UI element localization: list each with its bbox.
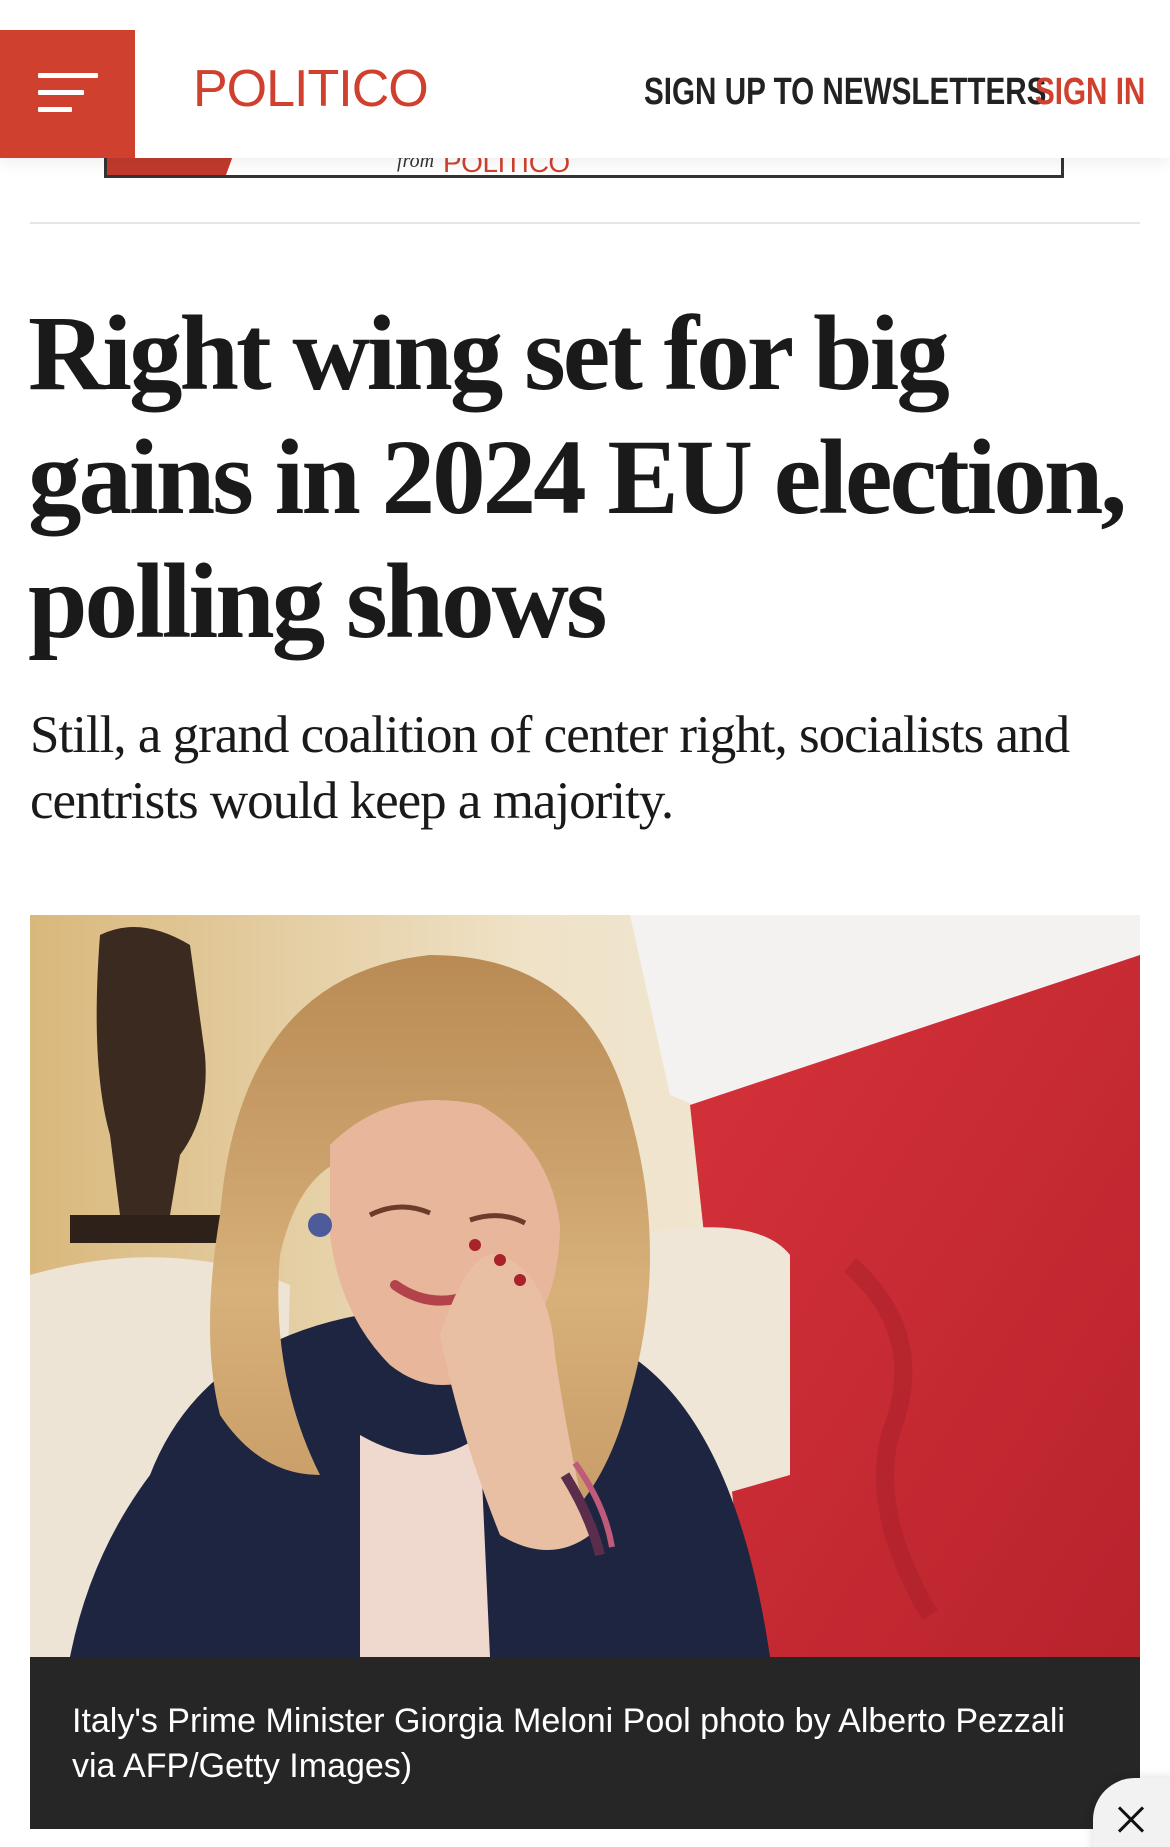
site-header: POLITICO SIGN UP TO NEWSLETTERS SIGN IN bbox=[0, 0, 1170, 158]
article-dek: Still, a grand coalition of center right… bbox=[30, 706, 1070, 830]
sign-in-link[interactable]: SIGN IN bbox=[1035, 66, 1145, 118]
article-page: POLITICO SIGN UP TO NEWSLETTERS SIGN IN … bbox=[0, 0, 1170, 1847]
article-photo[interactable] bbox=[30, 915, 1140, 1657]
photo-caption-box: Italy's Prime Minister Giorgia Meloni Po… bbox=[30, 1657, 1140, 1829]
politico-logo[interactable]: POLITICO bbox=[193, 58, 429, 120]
photo-caption: Italy's Prime Minister Giorgia Meloni Po… bbox=[72, 1702, 1065, 1785]
divider bbox=[30, 222, 1140, 224]
menu-button[interactable] bbox=[0, 30, 135, 158]
newsletters-link[interactable]: SIGN UP TO NEWSLETTERS bbox=[644, 66, 1046, 118]
article-headline: Right wing set for big gains in 2024 EU … bbox=[28, 295, 1127, 661]
